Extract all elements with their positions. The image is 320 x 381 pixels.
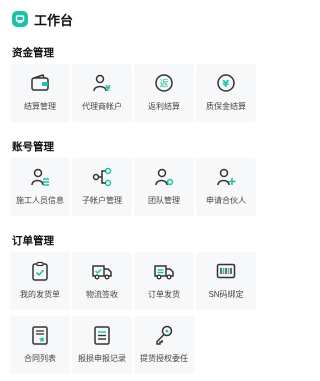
tile-sn-binding[interactable]: SN码绑定 bbox=[196, 252, 256, 310]
tile-label: 质保金结算 bbox=[206, 102, 246, 111]
agent-yen-icon: ¥ bbox=[91, 72, 113, 94]
rebate-icon: 返 bbox=[153, 72, 175, 94]
tile-label: 申请合伙人 bbox=[206, 196, 246, 205]
orders-grid-row1: 我的发货单 物流签收 订单发货 SN码绑定 bbox=[10, 252, 257, 310]
tile-label: 合同列表 bbox=[24, 354, 56, 363]
tile-worker-info[interactable]: 施工人员信息 bbox=[10, 158, 70, 216]
tile-warranty-deposit[interactable]: ¥ 质保金结算 bbox=[196, 64, 256, 122]
section-title-orders: 订单管理 bbox=[12, 235, 54, 247]
tile-label: 代理商帐户 bbox=[82, 102, 122, 111]
tile-apply-partner[interactable]: 申请合伙人 bbox=[196, 158, 256, 216]
tile-label: 施工人员信息 bbox=[16, 196, 64, 205]
key-icon bbox=[153, 324, 175, 346]
section-title-accounts: 账号管理 bbox=[12, 141, 54, 153]
tile-damage-report-records[interactable]: 报损申报记录 bbox=[72, 316, 132, 374]
page-title: 工作台 bbox=[34, 12, 74, 28]
tile-label: 返利结算 bbox=[148, 102, 180, 111]
tile-label: 我的发货单 bbox=[20, 290, 60, 299]
user-list-icon bbox=[29, 166, 51, 188]
tile-rebate[interactable]: 返 返利结算 bbox=[134, 64, 194, 122]
user-add-icon bbox=[215, 166, 237, 188]
wallet-icon bbox=[29, 72, 51, 94]
report-list-icon bbox=[91, 324, 113, 346]
tile-settlement[interactable]: 结算管理 bbox=[10, 64, 70, 122]
tile-pickup-authorization[interactable]: 提货授权委任 bbox=[134, 316, 194, 374]
tile-label: 结算管理 bbox=[24, 102, 56, 111]
tile-agent-account[interactable]: ¥ 代理商帐户 bbox=[72, 64, 132, 122]
clipboard-check-icon bbox=[29, 260, 51, 282]
section-title-funds: 资金管理 bbox=[12, 47, 54, 59]
tile-my-delivery-orders[interactable]: 我的发货单 bbox=[10, 252, 70, 310]
tile-contract-list[interactable]: 合同列表 bbox=[10, 316, 70, 374]
tile-label: 报损申报记录 bbox=[78, 354, 126, 363]
svg-text:¥: ¥ bbox=[105, 84, 111, 93]
svg-text:¥: ¥ bbox=[222, 79, 229, 90]
accounts-grid: 施工人员信息 子帐户管理 团队管理 申请合伙人 bbox=[10, 158, 257, 216]
tile-sub-account[interactable]: 子帐户管理 bbox=[72, 158, 132, 216]
orders-grid-row2: 合同列表 报损申报记录 提货授权委任 bbox=[10, 316, 257, 374]
contract-star-icon bbox=[29, 324, 51, 346]
tile-logistics-signoff[interactable]: 物流签收 bbox=[72, 252, 132, 310]
tile-label: 团队管理 bbox=[148, 196, 180, 205]
tile-team[interactable]: 团队管理 bbox=[134, 158, 194, 216]
page-header: 工作台 bbox=[12, 10, 73, 28]
workbench-logo-icon bbox=[12, 11, 28, 27]
tile-label: 物流签收 bbox=[86, 290, 118, 299]
tile-label: 子帐户管理 bbox=[82, 196, 122, 205]
tile-order-shipment[interactable]: 订单发货 bbox=[134, 252, 194, 310]
team-icon bbox=[153, 166, 175, 188]
sub-account-icon bbox=[91, 166, 113, 188]
tile-label: 提货授权委任 bbox=[140, 354, 188, 363]
truck-check-icon bbox=[91, 260, 113, 282]
svg-text:返: 返 bbox=[160, 78, 169, 90]
yen-circle-icon: ¥ bbox=[215, 72, 237, 94]
tile-label: 订单发货 bbox=[148, 290, 180, 299]
tile-label: SN码绑定 bbox=[208, 290, 244, 299]
truck-list-icon bbox=[153, 260, 175, 282]
barcode-icon bbox=[215, 260, 237, 282]
funds-grid: 结算管理 ¥ 代理商帐户 返 返利结算 ¥ 质保金结算 bbox=[10, 64, 257, 122]
